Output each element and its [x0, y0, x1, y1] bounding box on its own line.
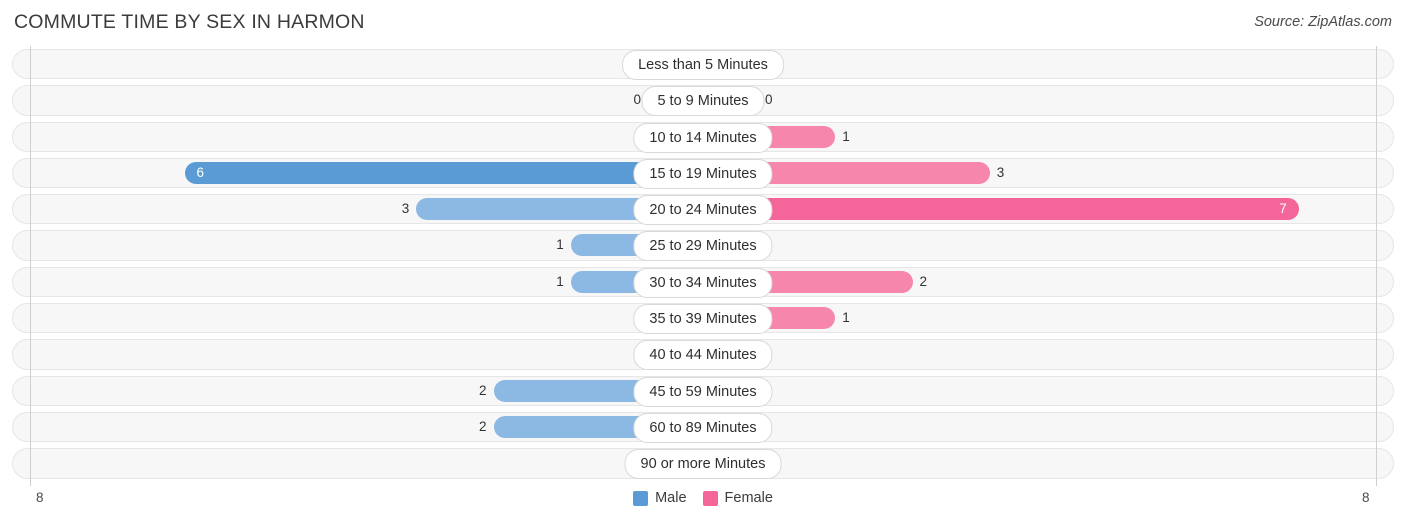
male-value-label: 2	[478, 382, 487, 398]
male-bar-wrap: 0	[30, 343, 703, 366]
female-bar-wrap: 0	[703, 379, 1376, 402]
female-bar[interactable]: 7	[703, 198, 1299, 221]
female-bar-wrap: 0	[703, 89, 1376, 112]
bar-rows-container: 00Less than 5 Minutes005 to 9 Minutes011…	[0, 46, 1406, 482]
legend-swatch-icon	[633, 490, 649, 506]
legend-item[interactable]: Female	[702, 490, 773, 506]
category-label: 25 to 29 Minutes	[633, 231, 773, 262]
bar-row: 3 7 20 to 24 Minutes	[0, 191, 1406, 227]
male-value-label: 6	[196, 164, 205, 180]
category-label: 35 to 39 Minutes	[633, 304, 773, 335]
female-value-label: 3	[996, 164, 1005, 180]
legend-swatch-icon	[702, 490, 718, 506]
bar-row: 1 2 30 to 34 Minutes	[0, 264, 1406, 300]
bar-row: 0 1 35 to 39 Minutes	[0, 300, 1406, 336]
category-label: 90 or more Minutes	[624, 449, 782, 480]
female-bar-wrap: 0	[703, 452, 1376, 475]
male-bar[interactable]: 6	[184, 161, 703, 184]
category-label: 45 to 59 Minutes	[633, 376, 773, 407]
female-value-label: 2	[919, 273, 928, 289]
chart-legend: Male Female	[0, 490, 1406, 506]
category-label: 30 to 34 Minutes	[633, 267, 773, 298]
category-label: Less than 5 Minutes	[622, 50, 784, 80]
male-bar-wrap: 0	[30, 89, 703, 112]
male-bar-wrap: 2	[30, 415, 703, 438]
male-value-label: 2	[478, 418, 487, 434]
bar-row: 0040 to 44 Minutes	[0, 336, 1406, 372]
female-bar-wrap: 1	[703, 125, 1376, 148]
legend-item[interactable]: Male	[633, 490, 687, 506]
bar-row: 6 3 15 to 19 Minutes	[0, 155, 1406, 191]
female-bar-wrap: 0	[703, 234, 1376, 257]
bar-row: 2 045 to 59 Minutes	[0, 373, 1406, 409]
bar-row: 0 05 to 9 Minutes	[0, 82, 1406, 118]
male-bar-wrap: 0	[30, 452, 703, 475]
legend-label: Female	[724, 490, 773, 506]
female-bar-wrap: 0	[703, 415, 1376, 438]
bar-row: 1 025 to 29 Minutes	[0, 227, 1406, 263]
category-label: 15 to 19 Minutes	[633, 158, 773, 189]
male-value-label: 0	[633, 92, 641, 108]
female-value-label: 7	[1279, 201, 1287, 217]
female-value-label: 0	[765, 92, 773, 108]
male-bar-wrap: 0	[30, 125, 703, 148]
male-value-label: 1	[556, 273, 564, 289]
male-bar-wrap: 0	[30, 307, 703, 330]
female-value-label: 1	[842, 310, 850, 326]
male-value-label: 1	[556, 237, 564, 253]
source-attribution: Source: ZipAtlas.com	[1254, 14, 1392, 30]
female-bar-wrap: 2	[703, 270, 1376, 293]
male-bar-wrap: 3	[30, 198, 703, 221]
female-bar-wrap: 0	[703, 53, 1376, 75]
female-bar-wrap: 3	[703, 161, 1376, 184]
male-bar-wrap: 0	[30, 53, 703, 75]
female-bar-wrap: 7	[703, 198, 1376, 221]
category-label: 40 to 44 Minutes	[633, 340, 773, 371]
page-title: COMMUTE TIME BY SEX IN HARMON	[14, 11, 365, 33]
category-label: 20 to 24 Minutes	[633, 195, 773, 226]
category-label: 5 to 9 Minutes	[641, 86, 765, 117]
bar-row: 0090 or more Minutes	[0, 445, 1406, 481]
female-bar-wrap: 0	[703, 343, 1376, 366]
male-bar-wrap: 1	[30, 234, 703, 257]
legend-label: Male	[655, 490, 687, 506]
axis-line-left	[30, 46, 31, 486]
chart-footer: 8 8 Male Female	[0, 486, 1406, 523]
male-bar-wrap: 1	[30, 270, 703, 293]
category-label: 60 to 89 Minutes	[633, 412, 773, 443]
bar-row: 2 060 to 89 Minutes	[0, 409, 1406, 445]
category-label: 10 to 14 Minutes	[633, 122, 773, 153]
male-bar-wrap: 6	[30, 161, 703, 184]
female-bar-wrap: 1	[703, 307, 1376, 330]
bar-row: 0 1 10 to 14 Minutes	[0, 119, 1406, 155]
male-value-label: 3	[401, 201, 410, 217]
chart-header: COMMUTE TIME BY SEX IN HARMON Source: Zi…	[0, 0, 1406, 46]
bar-row: 00Less than 5 Minutes	[0, 46, 1406, 82]
axis-line-right	[1376, 46, 1377, 486]
male-bar-wrap: 2	[30, 379, 703, 402]
female-value-label: 1	[842, 128, 850, 144]
chart-plot-area: 00Less than 5 Minutes005 to 9 Minutes011…	[0, 46, 1406, 486]
